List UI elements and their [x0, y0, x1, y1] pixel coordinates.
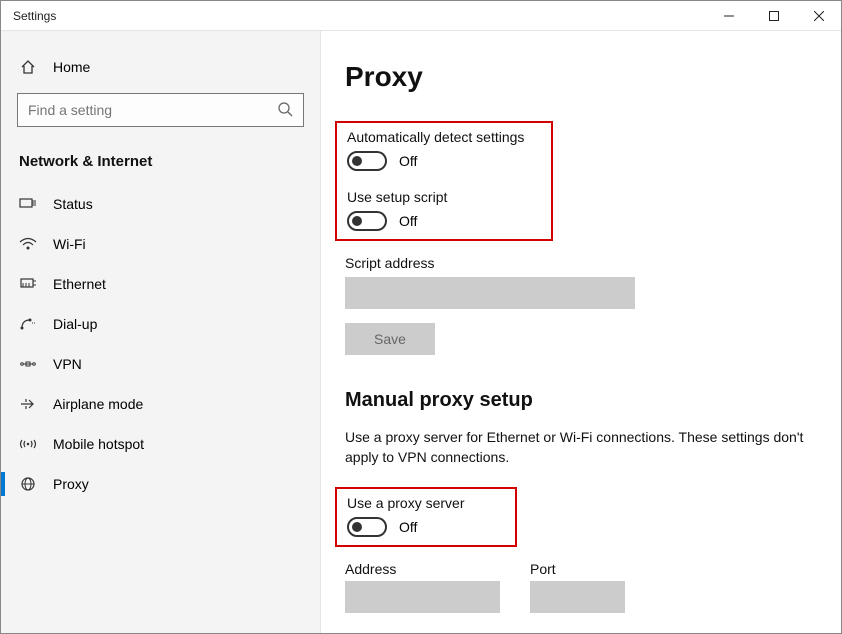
category-header: Network & Internet	[1, 145, 320, 184]
airplane-icon	[19, 397, 37, 411]
search-input[interactable]	[28, 102, 277, 118]
sidebar-item-vpn[interactable]: VPN	[1, 344, 320, 384]
nav-label: Wi-Fi	[53, 236, 86, 252]
sidebar-item-home[interactable]: Home	[1, 51, 320, 83]
window-title: Settings	[1, 9, 56, 23]
sidebar-item-dialup[interactable]: Dial-up	[1, 304, 320, 344]
sidebar-item-airplane[interactable]: Airplane mode	[1, 384, 320, 424]
proxy-icon	[19, 477, 37, 491]
sidebar-item-status[interactable]: Status	[1, 184, 320, 224]
address-label: Address	[345, 561, 500, 577]
script-address-label: Script address	[345, 255, 817, 271]
port-label: Port	[530, 561, 625, 577]
window-controls	[706, 1, 841, 30]
sidebar-item-hotspot[interactable]: Mobile hotspot	[1, 424, 320, 464]
maximize-button[interactable]	[751, 1, 796, 30]
nav-label: Dial-up	[53, 316, 97, 332]
auto-detect-toggle[interactable]	[347, 151, 387, 171]
sidebar-item-ethernet[interactable]: Ethernet	[1, 264, 320, 304]
search-icon	[277, 101, 293, 120]
highlight-proxy-section: Use a proxy server Off	[335, 487, 517, 547]
nav-label: Proxy	[53, 476, 89, 492]
vpn-icon	[19, 357, 37, 371]
minimize-button[interactable]	[706, 1, 751, 30]
manual-heading: Manual proxy setup	[345, 389, 817, 412]
nav-label: Ethernet	[53, 276, 106, 292]
auto-detect-state: Off	[399, 153, 417, 169]
nav-label: Mobile hotspot	[53, 436, 144, 452]
auto-detect-label: Automatically detect settings	[347, 129, 541, 145]
nav-label: VPN	[53, 356, 82, 372]
nav-label: Airplane mode	[53, 396, 143, 412]
hotspot-icon	[19, 437, 37, 451]
use-proxy-label: Use a proxy server	[347, 495, 505, 511]
home-icon	[19, 59, 37, 75]
wifi-icon	[19, 237, 37, 251]
sidebar-item-proxy[interactable]: Proxy	[1, 464, 320, 504]
use-proxy-toggle[interactable]	[347, 517, 387, 537]
page-title: Proxy	[345, 61, 817, 93]
main-panel: Proxy Automatically detect settings Off …	[321, 31, 841, 633]
close-button[interactable]	[796, 1, 841, 30]
use-script-label: Use setup script	[347, 189, 541, 205]
use-script-toggle[interactable]	[347, 211, 387, 231]
use-script-state: Off	[399, 213, 417, 229]
manual-description: Use a proxy server for Ethernet or Wi-Fi…	[345, 428, 817, 467]
status-icon	[19, 197, 37, 211]
use-proxy-state: Off	[399, 519, 417, 535]
address-input[interactable]	[345, 581, 500, 613]
titlebar: Settings	[1, 1, 841, 31]
save-button[interactable]: Save	[345, 323, 435, 355]
script-address-input[interactable]	[345, 277, 635, 309]
port-input[interactable]	[530, 581, 625, 613]
dialup-icon	[19, 317, 37, 331]
highlight-auto-section: Automatically detect settings Off Use se…	[335, 121, 553, 241]
sidebar: Home Network & Internet Status Wi-Fi E	[1, 31, 321, 633]
ethernet-icon	[19, 277, 37, 291]
home-label: Home	[53, 59, 90, 75]
sidebar-item-wifi[interactable]: Wi-Fi	[1, 224, 320, 264]
nav-label: Status	[53, 196, 93, 212]
search-box[interactable]	[17, 93, 304, 127]
